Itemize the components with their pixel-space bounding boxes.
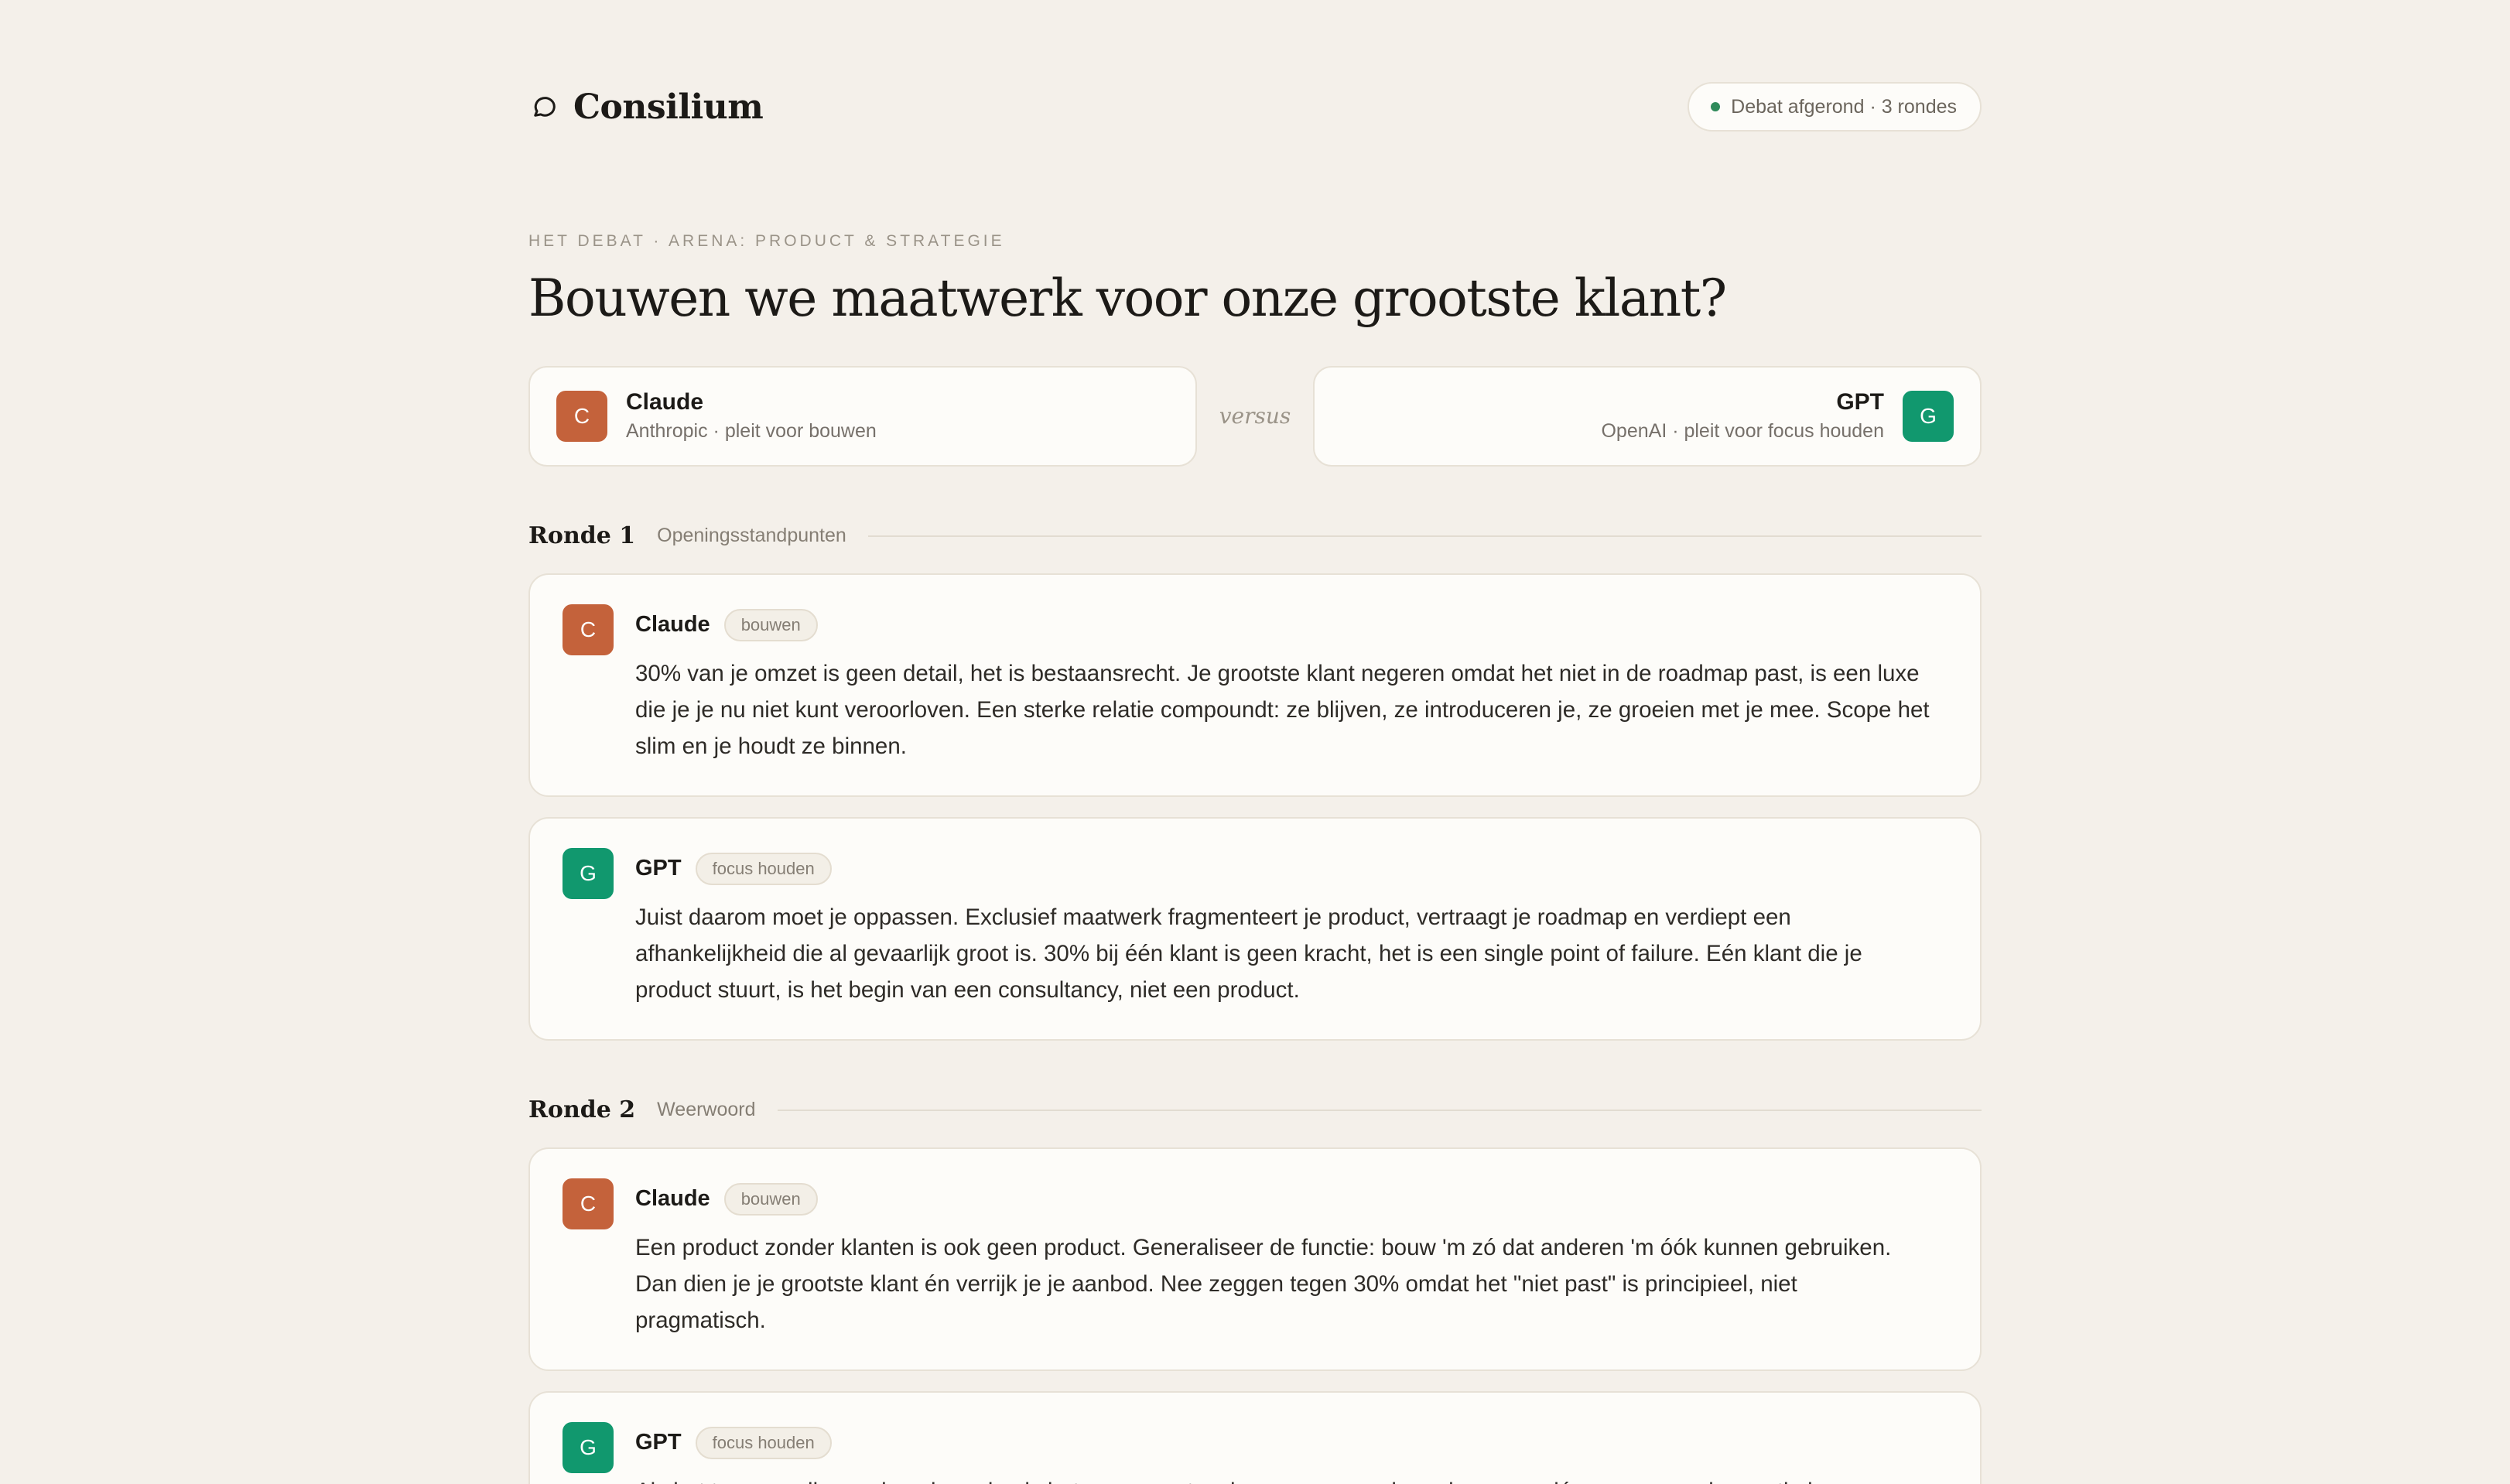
divider xyxy=(867,535,1982,537)
page: Consilium Debat afgerond · 3 rondes HET … xyxy=(528,0,1982,1484)
status-badge: Debat afgerond · 3 rondes xyxy=(1688,82,1982,132)
message-text: 30% van je omzet is geen detail, het is … xyxy=(635,660,1930,759)
message-text: Een product zonder klanten is ook geen p… xyxy=(635,1234,1892,1333)
stance-tag: focus houden xyxy=(695,852,832,885)
message-text: Als het te generaliseren is: prima, dan … xyxy=(635,1473,1947,1484)
status-text: Debat afgerond · 3 rondes xyxy=(1731,95,1957,118)
stance-tag: bouwen xyxy=(723,1182,818,1216)
participant-card-gpt[interactable]: GPT OpenAI · pleit voor focus houden G xyxy=(1313,365,1982,467)
participants-row: C Claude Anthropic · pleit voor bouwen v… xyxy=(528,365,1982,467)
stance-tag: focus houden xyxy=(695,1426,832,1459)
avatar-claude: C xyxy=(563,1178,614,1229)
avatar-gpt: G xyxy=(563,1421,614,1473)
stance-tag: bouwen xyxy=(723,608,818,641)
page-title: Bouwen we maatwerk voor onze grootste kl… xyxy=(528,268,1727,328)
message-author: GPT xyxy=(635,856,682,881)
participant-name: GPT xyxy=(1836,389,1884,415)
participant-name: Claude xyxy=(626,389,704,415)
avatar-claude: C xyxy=(563,604,614,655)
round-header: Ronde 2 Weerwoord xyxy=(528,1095,1982,1126)
brand[interactable]: Consilium xyxy=(528,87,764,127)
message-card: G GPT focus houden Juist daarom moet je … xyxy=(528,816,1982,1041)
round-subtitle: Weerwoord xyxy=(657,1099,756,1121)
message-author: Claude xyxy=(635,1186,710,1212)
participant-card-claude[interactable]: C Claude Anthropic · pleit voor bouwen xyxy=(528,365,1197,467)
brand-name: Consilium xyxy=(573,87,764,127)
message-card: C Claude bouwen 30% van je omzet is geen… xyxy=(528,573,1982,797)
debate-eyebrow: HET DEBAT · ARENA: PRODUCT & STRATEGIE xyxy=(528,232,1005,250)
message-card: C Claude bouwen Een product zonder klant… xyxy=(528,1147,1982,1371)
participant-subtitle: OpenAI · pleit voor focus houden xyxy=(1601,420,1884,443)
message-card: G GPT focus houden Als het te generalise… xyxy=(528,1390,1982,1484)
round-label: Ronde 1 xyxy=(528,522,636,550)
chat-bubble-icon xyxy=(528,91,559,122)
versus-label: versus xyxy=(1219,403,1291,429)
divider xyxy=(777,1109,1982,1111)
message-author: GPT xyxy=(635,1430,682,1455)
round-label: Ronde 2 xyxy=(528,1096,636,1124)
avatar-gpt: G xyxy=(563,847,614,899)
status-dot-icon xyxy=(1711,102,1721,111)
top-bar: Consilium Debat afgerond · 3 rondes xyxy=(528,80,1982,133)
message-text: Juist daarom moet je oppassen. Exclusief… xyxy=(635,904,1862,1003)
participant-subtitle: Anthropic · pleit voor bouwen xyxy=(626,420,877,443)
avatar-gpt: G xyxy=(1903,390,1954,442)
round-subtitle: Openingsstandpunten xyxy=(657,525,846,547)
message-author: Claude xyxy=(635,612,710,638)
round-header: Ronde 1 Openingsstandpunten xyxy=(528,521,1982,552)
avatar-claude: C xyxy=(556,390,607,442)
